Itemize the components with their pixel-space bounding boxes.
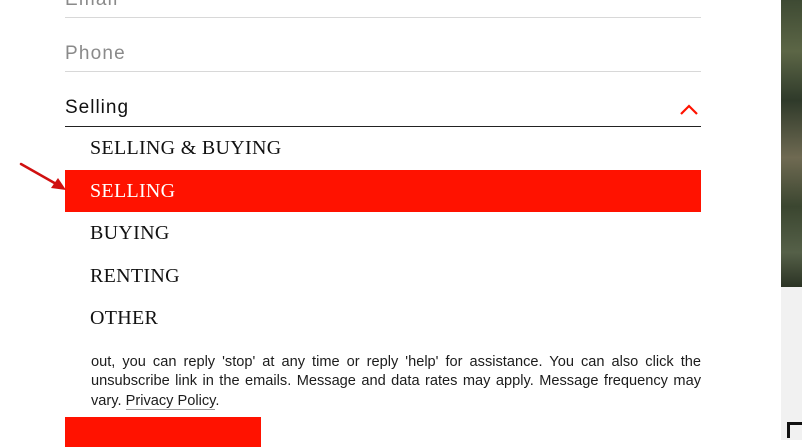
email-field[interactable]: Email	[65, 0, 701, 18]
phone-field[interactable]: Phone	[65, 40, 701, 72]
phone-placeholder: Phone	[65, 43, 126, 64]
interest-select[interactable]: Selling	[65, 94, 701, 127]
option-selling[interactable]: SELLING	[65, 169, 701, 212]
sms-disclaimer: out, you can reply 'stop' at any time or…	[91, 353, 701, 410]
interest-select-value: Selling	[65, 97, 130, 118]
side-panel	[781, 287, 802, 440]
corner-glyph-icon	[787, 422, 802, 438]
option-selling-buying[interactable]: SELLING & BUYING	[65, 127, 701, 170]
background-photo	[781, 0, 802, 287]
arrow-icon	[19, 162, 66, 190]
option-buying[interactable]: BUYING	[65, 212, 701, 255]
option-other[interactable]: OTHER	[65, 297, 701, 340]
contact-form: Email Phone Selling SELLING & BUYING SEL…	[0, 0, 781, 447]
privacy-policy-link[interactable]: Privacy Policy	[125, 392, 216, 410]
submit-button[interactable]	[65, 417, 261, 447]
interest-options-list: SELLING & BUYING SELLING BUYING RENTING …	[65, 127, 701, 340]
option-renting[interactable]: RENTING	[65, 255, 701, 298]
email-placeholder: Email	[65, 0, 119, 11]
chevron-up-icon[interactable]	[679, 102, 699, 116]
